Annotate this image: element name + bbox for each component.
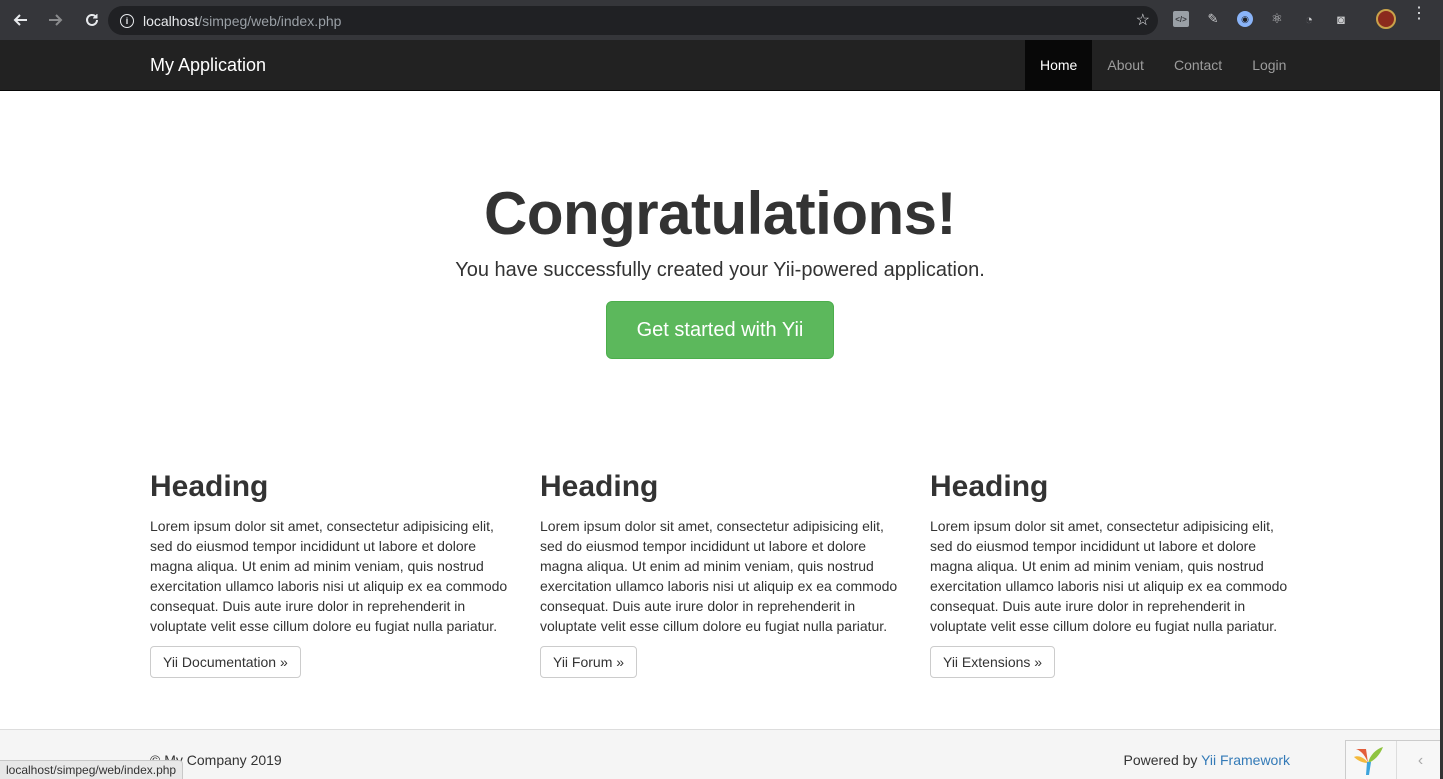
jumbotron-title: Congratulations! [484, 180, 956, 247]
brand-link[interactable]: My Application [150, 55, 266, 76]
address-url[interactable]: localhost/simpeg/web/index.php [143, 13, 341, 29]
react-extension-icon[interactable]: ⚛ [1269, 11, 1285, 27]
column-2: Heading Lorem ipsum dolor sit amet, cons… [540, 470, 900, 678]
app-navbar: My Application Home About Contact Login [0, 40, 1440, 91]
column-3: Heading Lorem ipsum dolor sit amet, cons… [930, 470, 1290, 678]
column-heading: Heading [930, 470, 1049, 503]
back-arrow-icon[interactable] [4, 4, 36, 36]
column-body: Lorem ipsum dolor sit amet, consectetur … [540, 518, 898, 634]
circle-extension-icon[interactable]: ◉ [1237, 11, 1253, 27]
yii-extensions-button[interactable]: Yii Extensions » [930, 646, 1056, 678]
yii-documentation-button[interactable]: Yii Documentation » [150, 646, 301, 678]
pen-extension-icon[interactable]: ✎ [1205, 11, 1221, 27]
powered-by: Powered by Yii Framework [1123, 752, 1290, 768]
column-body: Lorem ipsum dolor sit amet, consectetur … [930, 518, 1288, 634]
address-bar[interactable]: i localhost/simpeg/web/index.php ☆ [108, 6, 1158, 35]
get-started-button[interactable]: Get started with Yii [606, 301, 834, 359]
browser-toolbar: i localhost/simpeg/web/index.php ☆ </> ✎… [0, 0, 1443, 40]
reload-icon[interactable] [76, 4, 108, 36]
camera-extension-icon[interactable]: ◙ [1333, 11, 1349, 27]
column-heading: Heading [540, 470, 659, 503]
nav-links: Home About Contact Login [1025, 40, 1301, 90]
link-status-bubble: localhost/simpeg/web/index.php [0, 760, 184, 779]
yii-forum-button[interactable]: Yii Forum » [540, 646, 638, 678]
forward-arrow-icon[interactable] [40, 4, 72, 36]
debug-toolbar: ‹ [1345, 740, 1443, 779]
jumbotron-lead: You have successfully created your Yii-p… [455, 259, 985, 281]
more-menu-icon[interactable]: ⋮ [1411, 6, 1427, 22]
star-icon[interactable]: ☆ [1136, 10, 1150, 30]
swirl-extension-icon[interactable]: ◔ [1301, 11, 1317, 27]
info-icon[interactable]: i [120, 13, 134, 28]
column-body: Lorem ipsum dolor sit amet, consectetur … [150, 518, 508, 634]
column-1: Heading Lorem ipsum dolor sit amet, cons… [150, 470, 510, 678]
nav-login[interactable]: Login [1237, 40, 1301, 90]
nav-contact[interactable]: Contact [1159, 40, 1237, 90]
yii-logo-icon[interactable] [1352, 743, 1386, 777]
column-heading: Heading [150, 470, 269, 503]
footer: © My Company 2019 Powered by Yii Framewo… [0, 729, 1440, 779]
code-extension-icon[interactable]: </> [1173, 11, 1189, 27]
nav-home[interactable]: Home [1025, 40, 1093, 90]
nav-about[interactable]: About [1092, 40, 1159, 90]
chevron-left-icon[interactable]: ‹ [1396, 741, 1443, 779]
profile-avatar[interactable] [1376, 9, 1396, 29]
yii-framework-link[interactable]: Yii Framework [1201, 752, 1290, 768]
